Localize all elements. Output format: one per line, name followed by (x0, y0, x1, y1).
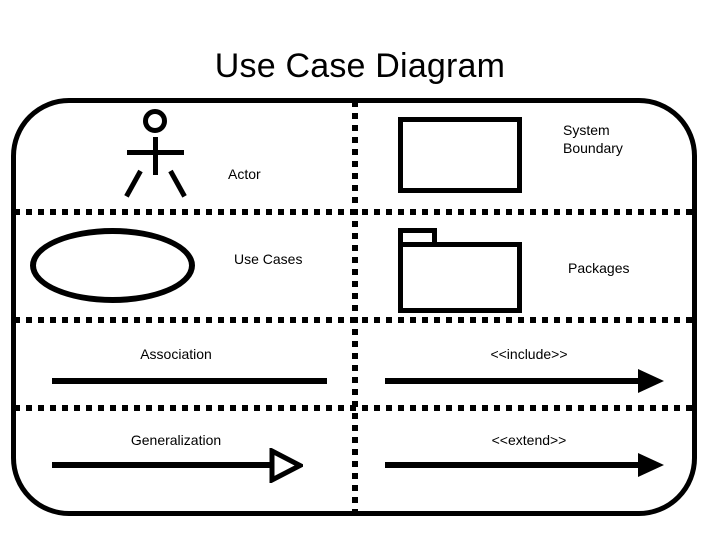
generalization-line-icon (52, 462, 272, 468)
packages-label: Packages (568, 260, 630, 276)
package-folder-icon (398, 228, 522, 313)
actor-label: Actor (228, 166, 261, 182)
generalization-arrowhead-icon (269, 448, 303, 483)
package-body-icon (398, 242, 522, 313)
association-label: Association (140, 346, 212, 362)
diagram-canvas: Use Case Diagram Actor System Boundary U… (0, 0, 720, 540)
system-boundary-icon (398, 117, 522, 193)
include-arrowhead-icon (638, 369, 664, 393)
actor-icon (118, 109, 198, 198)
actor-head-icon (143, 109, 167, 133)
extend-line-icon (385, 462, 640, 468)
extend-arrowhead-icon (638, 453, 664, 477)
actor-arms-icon (127, 150, 184, 155)
actor-left-leg-icon (124, 169, 143, 198)
extend-label: <<extend>> (491, 432, 567, 448)
use-case-ellipse-icon (30, 228, 195, 303)
include-label: <<include>> (490, 346, 568, 362)
include-line-icon (385, 378, 640, 384)
page-title: Use Case Diagram (214, 47, 506, 85)
system-boundary-label: System Boundary (563, 122, 623, 156)
association-line-icon (52, 378, 327, 384)
actor-right-leg-icon (168, 169, 187, 198)
use-cases-label: Use Cases (234, 251, 303, 267)
actor-torso-icon (153, 137, 158, 175)
generalization-label: Generalization (130, 432, 222, 448)
column-divider (352, 101, 358, 513)
